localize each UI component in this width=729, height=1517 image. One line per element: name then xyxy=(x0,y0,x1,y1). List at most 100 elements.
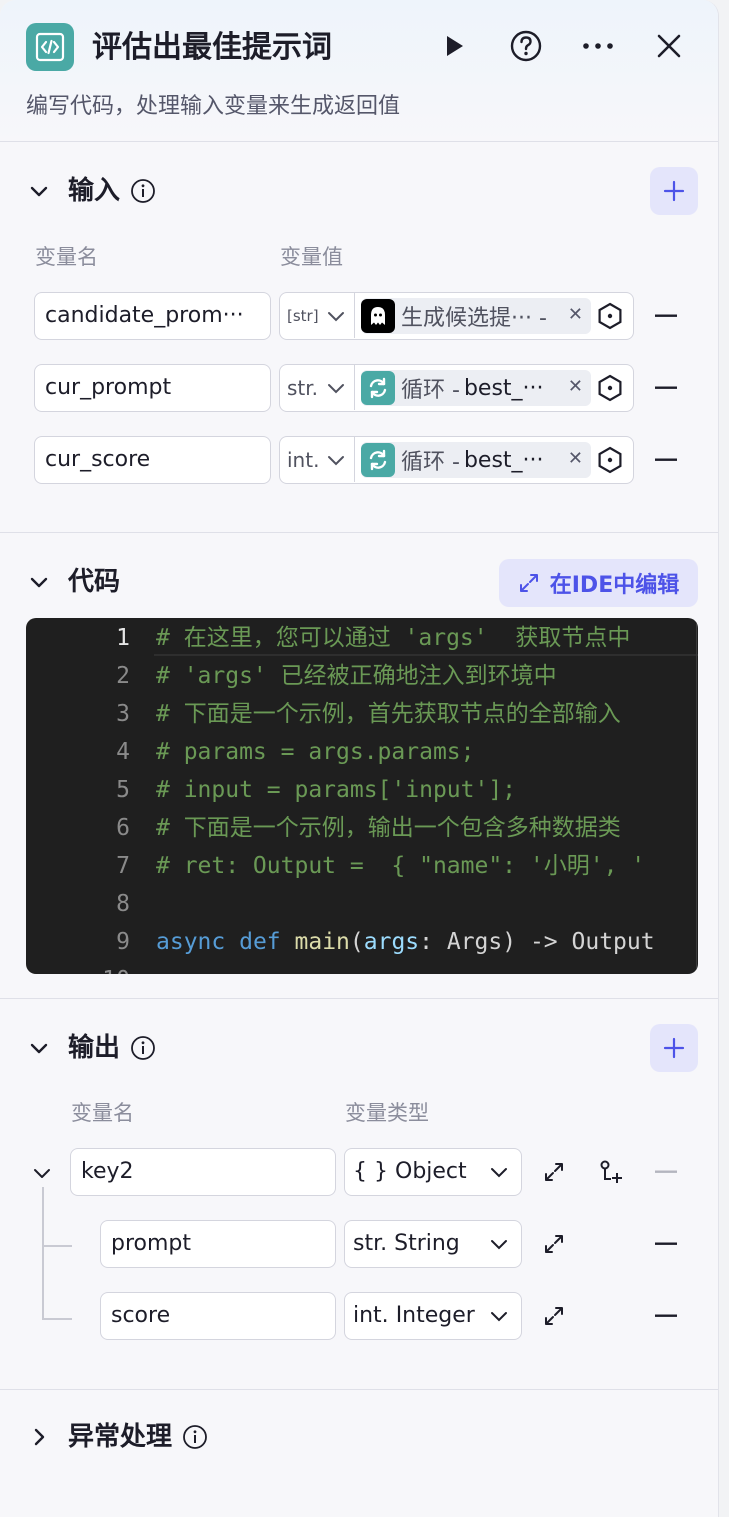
code-node-icon xyxy=(26,23,74,71)
expand-icon[interactable] xyxy=(540,1158,568,1186)
chevron-down-icon[interactable] xyxy=(26,178,52,204)
add-child-icon[interactable] xyxy=(597,1158,625,1186)
input-variable-value: int. 循环 - best_··· ✕ xyxy=(279,436,634,484)
tree-connector xyxy=(42,1187,44,1320)
input-variable-name-field[interactable]: candidate_prom··· xyxy=(34,292,271,340)
type-icon: int. xyxy=(353,1303,389,1328)
remove-output-button[interactable] xyxy=(654,1304,678,1328)
type-icon: str. xyxy=(353,1231,388,1256)
node-description[interactable]: 编写代码，处理输入变量来生成返回值 xyxy=(26,92,400,122)
tree-connector xyxy=(42,1318,72,1320)
output-variable-name-field[interactable]: score xyxy=(100,1292,336,1340)
type-label: String xyxy=(394,1231,460,1256)
exception-section-title: 异常处理 xyxy=(68,1422,173,1452)
chevron-right-icon[interactable] xyxy=(26,1424,52,1450)
output-section: 输出 变量名 变量类型 key2 { } Object prompt str. … xyxy=(0,999,718,1390)
chevron-down-icon[interactable] xyxy=(26,569,52,595)
expand-icon[interactable] xyxy=(540,1302,568,1330)
type-select[interactable]: str. xyxy=(280,365,355,410)
code-line: 4 # params = args.params; xyxy=(116,739,475,765)
collapse-chevron-icon[interactable] xyxy=(29,1160,55,1186)
type-label: int. xyxy=(287,447,320,472)
variable-reference-icon[interactable] xyxy=(596,374,624,402)
remove-reference-icon[interactable]: ✕ xyxy=(568,448,583,469)
reference-tag[interactable]: 循环 - best_··· ✕ xyxy=(361,442,591,478)
output-variable-name-field[interactable]: prompt xyxy=(100,1220,336,1268)
type-select[interactable]: int. xyxy=(280,437,355,482)
close-icon[interactable] xyxy=(649,26,689,66)
remove-input-button[interactable] xyxy=(654,304,678,328)
reference-tag-label: best_··· xyxy=(463,447,544,473)
input-variable-name-field[interactable]: cur_prompt xyxy=(34,364,271,412)
add-output-button[interactable] xyxy=(650,1024,698,1072)
reference-tag-prefix: 循环 - xyxy=(401,450,460,475)
reference-tag[interactable]: 生成候选提··· - ✕ xyxy=(361,298,591,334)
remove-reference-icon[interactable]: ✕ xyxy=(568,376,583,397)
type-label: [str] xyxy=(287,306,319,325)
column-label-type: 变量类型 xyxy=(345,1101,429,1125)
remove-reference-icon[interactable]: ✕ xyxy=(568,304,583,325)
remove-input-button[interactable] xyxy=(654,448,678,472)
column-label-value: 变量值 xyxy=(280,245,343,269)
output-type-select[interactable]: { } Object xyxy=(344,1148,522,1196)
type-label: Object xyxy=(395,1159,467,1184)
node-title[interactable]: 评估出最佳提示词 xyxy=(92,28,332,68)
exception-section: 异常处理 xyxy=(0,1390,718,1517)
code-line: 1 # 在这里，您可以通过 'args' 获取节点中 xyxy=(116,625,631,651)
edit-in-ide-label: 在IDE中编辑 xyxy=(549,573,680,598)
info-icon[interactable] xyxy=(130,178,156,204)
code-line: 7 # ret: Output = { "name": '小明', ' xyxy=(116,853,646,879)
tree-connector xyxy=(42,1245,72,1247)
input-variable-value: str. 循环 - best_··· ✕ xyxy=(279,364,634,412)
type-icon: { } xyxy=(353,1159,388,1184)
code-line: 5 # input = params['input']; xyxy=(116,777,517,803)
expand-icon[interactable] xyxy=(540,1230,568,1258)
output-type-select[interactable]: int. Integer xyxy=(344,1292,522,1340)
code-editor[interactable]: 1 # 在这里，您可以通过 'args' 获取节点中 2 # 'args' 已经被正… xyxy=(26,618,698,974)
code-section-header: 代码 xyxy=(26,562,120,602)
more-icon[interactable] xyxy=(578,26,618,66)
expand-icon xyxy=(519,574,538,592)
column-label-name: 变量名 xyxy=(71,1101,134,1125)
chevron-down-icon[interactable] xyxy=(26,1035,52,1061)
panel-header: 评估出最佳提示词 编写代码，处理输入变量来生成返回值 xyxy=(0,0,718,142)
input-variable-name-field[interactable]: cur_score xyxy=(34,436,271,484)
code-line: 10 xyxy=(26,961,698,974)
variable-reference-icon[interactable] xyxy=(596,302,624,330)
input-section: 输入 变量名 变量值 candidate_prom··· [str] 生成候选提… xyxy=(0,142,718,533)
remove-output-button[interactable] xyxy=(654,1232,678,1256)
variable-reference-icon[interactable] xyxy=(596,446,624,474)
run-icon[interactable] xyxy=(434,26,474,66)
remove-input-button[interactable] xyxy=(654,376,678,400)
reference-tag[interactable]: 循环 - best_··· ✕ xyxy=(361,370,591,406)
input-section-title: 输入 xyxy=(68,176,121,206)
exception-section-header[interactable]: 异常处理 xyxy=(26,1417,208,1457)
loop-icon xyxy=(361,371,395,405)
remove-output-button[interactable] xyxy=(654,1160,678,1184)
node-panel: 评估出最佳提示词 编写代码，处理输入变量来生成返回值 输入 变量名 变量值 ca… xyxy=(0,0,719,1517)
output-section-header: 输出 xyxy=(26,1028,156,1068)
info-icon[interactable] xyxy=(182,1424,208,1450)
loop-icon xyxy=(361,443,395,477)
input-section-header: 输入 xyxy=(26,171,156,211)
type-label: Integer xyxy=(395,1303,475,1328)
code-line: 3 # 下面是一个示例，首先获取节点的全部输入 xyxy=(116,701,621,727)
add-input-button[interactable] xyxy=(650,167,698,215)
reference-tag-label: 生成候选提··· - xyxy=(401,306,547,331)
code-line: 6 # 下面是一个示例，输出一个包含多种数据类 xyxy=(116,815,621,841)
output-type-select[interactable]: str. String xyxy=(344,1220,522,1268)
output-variable-name-field[interactable]: key2 xyxy=(70,1148,336,1196)
info-icon[interactable] xyxy=(130,1035,156,1061)
type-select[interactable]: [str] xyxy=(280,293,355,338)
code-line: 8 xyxy=(116,891,130,917)
output-section-title: 输出 xyxy=(68,1033,121,1063)
column-label-name: 变量名 xyxy=(35,245,98,269)
code-line: 9 async def main(args: Args) -> Output xyxy=(116,929,655,955)
code-line: 2 # 'args' 已经被正确地注入到环境中 xyxy=(116,663,557,689)
reference-tag-label: best_··· xyxy=(463,375,544,401)
ghost-avatar-icon xyxy=(361,299,395,333)
type-label: str. xyxy=(287,375,319,400)
code-section-title: 代码 xyxy=(68,567,121,597)
help-icon[interactable] xyxy=(506,26,546,66)
edit-in-ide-button[interactable]: 在IDE中编辑 xyxy=(499,559,698,607)
